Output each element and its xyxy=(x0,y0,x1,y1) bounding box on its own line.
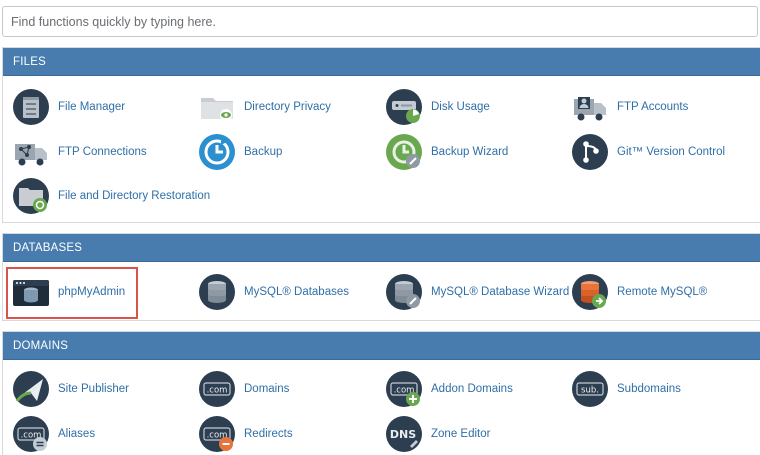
subdomains-icon: sub. xyxy=(572,371,608,407)
search-input[interactable] xyxy=(2,6,758,37)
disk-usage-icon xyxy=(386,89,422,125)
backup-icon xyxy=(199,134,235,170)
directory-privacy-icon xyxy=(201,98,233,121)
addon-domains-link[interactable]: .com Addon Domains xyxy=(386,368,513,410)
git-version-control-link[interactable]: Git™ Version Control xyxy=(572,131,725,173)
mysql-databases-icon xyxy=(199,274,235,310)
directory-privacy-link[interactable]: Directory Privacy xyxy=(199,86,331,128)
file-manager-icon xyxy=(13,89,49,125)
backup-link[interactable]: Backup xyxy=(199,131,282,173)
databases-panel: DATABASES phpMyAdmin MySQL® Databases My… xyxy=(2,233,760,321)
redirects-link[interactable]: .com Redirects xyxy=(199,413,293,455)
ftp-accounts-icon xyxy=(574,97,606,121)
mysql-databases-link[interactable]: MySQL® Databases xyxy=(199,271,349,313)
svg-text:sub.: sub. xyxy=(581,386,599,396)
domains-panel-header: DOMAINS xyxy=(3,332,760,360)
backup-wizard-link[interactable]: Backup Wizard xyxy=(386,131,508,173)
disk-usage-link[interactable]: Disk Usage xyxy=(386,86,490,128)
subdomains-link[interactable]: sub. Subdomains xyxy=(572,368,681,410)
domains-icon: .com xyxy=(199,371,235,407)
file-manager-link[interactable]: File Manager xyxy=(13,86,125,128)
files-panel: FILES File Manager Directory Privacy Dis… xyxy=(2,47,760,223)
zone-editor-link[interactable]: DNS Zone Editor xyxy=(386,413,490,455)
site-publisher-icon xyxy=(13,371,49,407)
ftp-accounts-link[interactable]: FTP Accounts xyxy=(572,86,688,128)
ftp-connections-icon xyxy=(15,144,47,166)
svg-text:.com: .com xyxy=(207,386,228,396)
phpmyadmin-link[interactable]: phpMyAdmin xyxy=(13,271,125,313)
remote-mysql-icon xyxy=(572,274,608,310)
file-restoration-icon xyxy=(13,178,49,214)
files-panel-header: FILES xyxy=(3,48,760,76)
databases-panel-header: DATABASES xyxy=(3,234,760,262)
domains-panel: DOMAINS Site Publisher .com Domains .com… xyxy=(2,331,760,455)
remote-mysql-link[interactable]: Remote MySQL® xyxy=(572,271,707,313)
git-icon xyxy=(572,134,608,170)
svg-text:DNS: DNS xyxy=(390,428,416,441)
aliases-link[interactable]: .com Aliases xyxy=(13,413,95,455)
redirects-icon: .com xyxy=(199,416,235,452)
addon-domains-icon: .com xyxy=(386,371,422,407)
aliases-icon: .com xyxy=(13,416,49,452)
zone-editor-icon: DNS xyxy=(386,416,422,452)
site-publisher-link[interactable]: Site Publisher xyxy=(13,368,129,410)
file-restoration-link[interactable]: File and Directory Restoration xyxy=(13,175,210,217)
domains-link[interactable]: .com Domains xyxy=(199,368,289,410)
phpmyadmin-icon xyxy=(13,280,49,306)
mysql-database-wizard-link[interactable]: MySQL® Database Wizard xyxy=(386,271,569,313)
ftp-connections-link[interactable]: FTP Connections xyxy=(13,131,147,173)
mysql-wizard-icon xyxy=(386,274,422,310)
backup-wizard-icon xyxy=(386,134,422,170)
